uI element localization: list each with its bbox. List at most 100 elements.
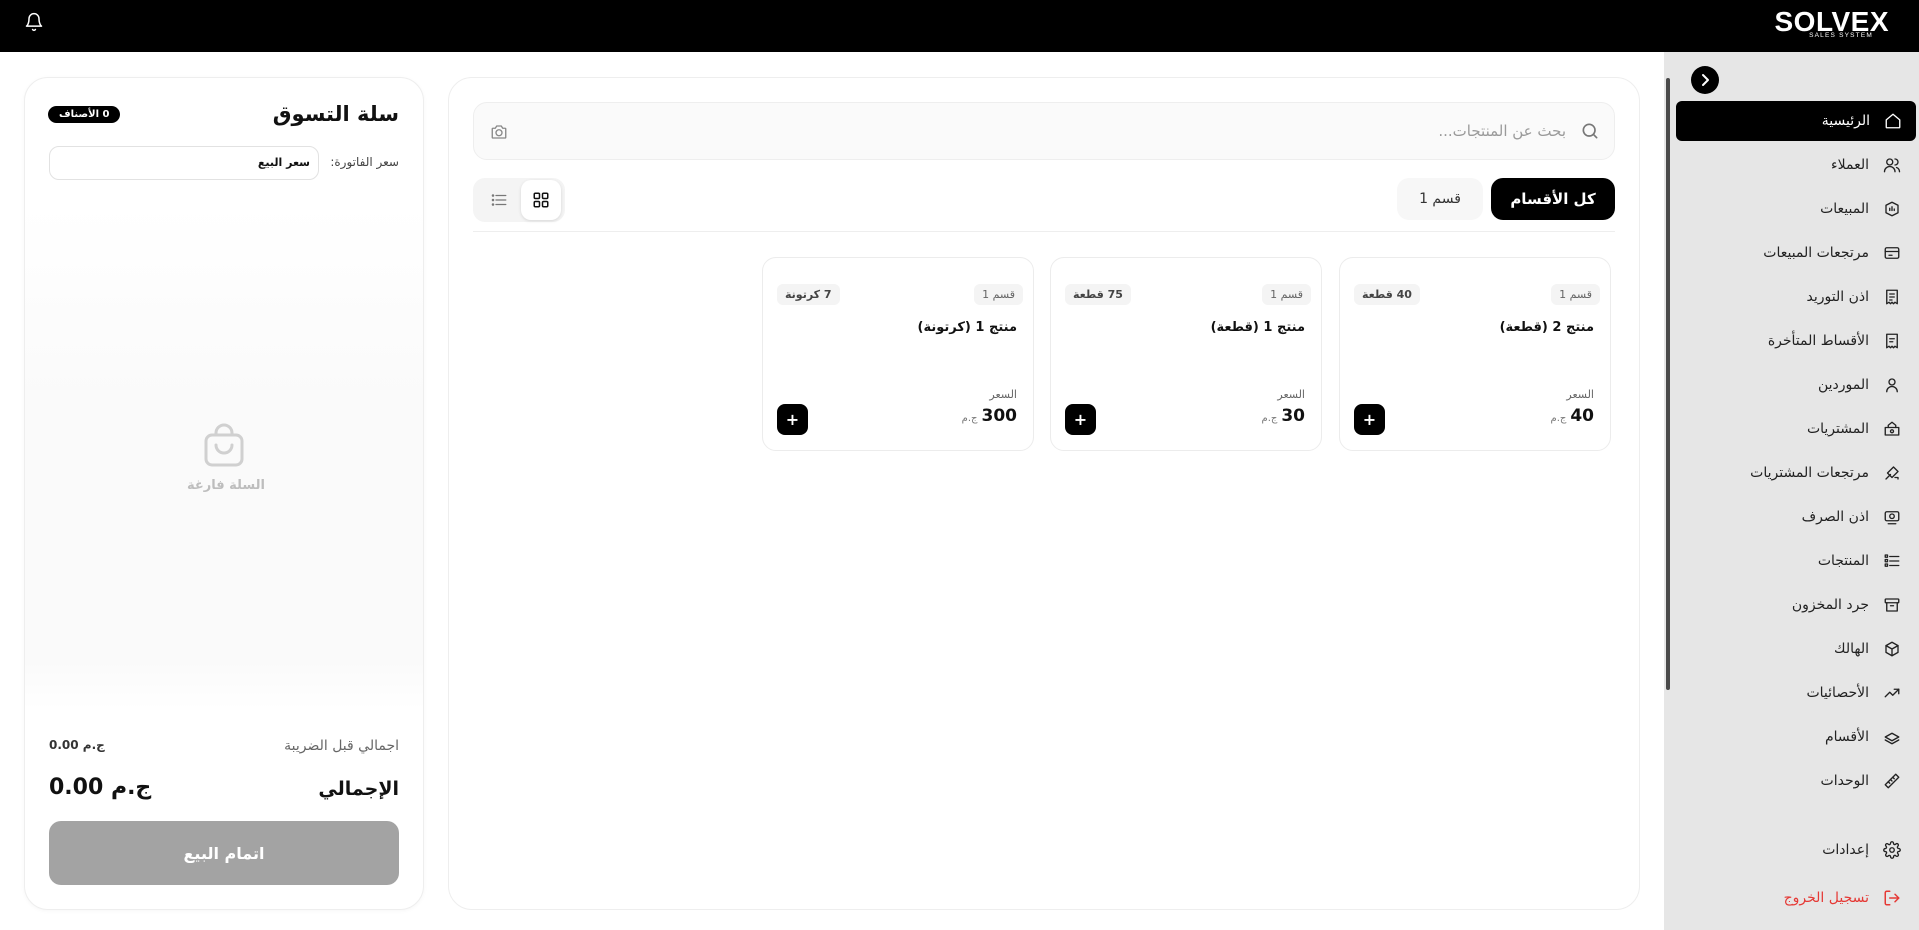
search-input[interactable]: بحث عن المنتجات... bbox=[1438, 122, 1566, 140]
sidebar-toggle-button[interactable] bbox=[1691, 66, 1719, 94]
price-label: السعر bbox=[1277, 388, 1305, 401]
users-icon bbox=[1881, 154, 1903, 176]
sidebar-item-purchase-return[interactable]: مرتجعات المشتريات bbox=[1675, 453, 1915, 493]
product-card[interactable]: قسم 1 75 قطعة منتج 1 (قطعة) السعر 30 ج.م + bbox=[1050, 257, 1322, 451]
price-value: 300 bbox=[981, 406, 1018, 426]
sidebar-item-receipt[interactable]: اذن التوريد bbox=[1675, 277, 1915, 317]
sidebar-item-label: الموردين bbox=[1817, 377, 1869, 393]
sidebar-item-label: المبيعات bbox=[1820, 201, 1869, 217]
product-price: 40 ج.م bbox=[1551, 406, 1595, 426]
sidebar-item-label: الهالك bbox=[1834, 641, 1869, 657]
sidebar-item-label: تسجيل الخروج bbox=[1783, 890, 1869, 906]
sidebar-item-users[interactable]: العملاء bbox=[1675, 145, 1915, 185]
scrollbar[interactable] bbox=[1666, 78, 1670, 690]
sidebar-item-label: المشتريات bbox=[1806, 421, 1869, 437]
product-category: قسم 1 bbox=[1551, 284, 1600, 305]
add-to-cart-button[interactable]: + bbox=[1354, 404, 1385, 435]
sidebar-item-label: إعدادات bbox=[1822, 842, 1869, 858]
sales-icon bbox=[1881, 198, 1903, 220]
price-value: 40 bbox=[1570, 406, 1594, 426]
archive-icon bbox=[1881, 594, 1903, 616]
sidebar-item-label: العملاء bbox=[1831, 157, 1869, 173]
sidebar-item-cash[interactable]: اذن الصرف bbox=[1675, 497, 1915, 537]
invoice-price-select[interactable]: سعر البيع bbox=[49, 146, 319, 180]
product-stock: 40 قطعة bbox=[1354, 284, 1420, 305]
chevron-right-icon bbox=[1702, 74, 1709, 86]
sidebar-item-label: الأحصائيات bbox=[1806, 685, 1869, 701]
logout-icon bbox=[1881, 887, 1903, 909]
add-to-cart-button[interactable]: + bbox=[777, 404, 808, 435]
bell-icon[interactable] bbox=[24, 12, 44, 32]
sidebar-item-label: المنتجات bbox=[1817, 553, 1869, 569]
product-stock: 75 قطعة bbox=[1065, 284, 1131, 305]
categories-icon bbox=[1881, 726, 1903, 748]
overdue-icon bbox=[1881, 330, 1903, 352]
total-value: 0.00 ج.م bbox=[49, 775, 152, 800]
user-icon bbox=[1881, 374, 1903, 396]
tab-category-1[interactable]: قسم 1 bbox=[1397, 178, 1483, 220]
sidebar-item-sales[interactable]: المبيعات bbox=[1675, 189, 1915, 229]
product-card[interactable]: قسم 1 7 كرتونة منتج 1 (كرتونة) السعر 300 ج.م + bbox=[762, 257, 1034, 451]
search-icon bbox=[1582, 123, 1598, 139]
product-category: قسم 1 bbox=[1262, 284, 1311, 305]
home-icon bbox=[1882, 110, 1904, 132]
price-value: 30 bbox=[1281, 406, 1305, 426]
sidebar-item-label: الرئيسية bbox=[1821, 113, 1870, 129]
sidebar-item-label: الوحدات bbox=[1820, 773, 1869, 789]
subtotal-label: اجمالي قبل الضريبة bbox=[284, 738, 399, 754]
sidebar-item-trend[interactable]: الأحصائيات bbox=[1675, 673, 1915, 713]
sidebar-item-label: اذن الصرف bbox=[1801, 509, 1869, 525]
gear-icon bbox=[1881, 839, 1903, 861]
product-price: 30 ج.م bbox=[1262, 406, 1306, 426]
trend-icon bbox=[1881, 682, 1903, 704]
price-label: السعر bbox=[989, 388, 1017, 401]
ruler-icon bbox=[1881, 770, 1903, 792]
sales-return-icon bbox=[1881, 242, 1903, 264]
sidebar-item-home[interactable]: الرئيسية bbox=[1676, 101, 1916, 141]
sidebar-item-categories[interactable]: الأقسام bbox=[1675, 717, 1915, 757]
sidebar-item-user[interactable]: الموردين bbox=[1675, 365, 1915, 405]
invoice-price-label: سعر الفاتورة: bbox=[330, 155, 399, 169]
purchase-return-icon bbox=[1881, 462, 1903, 484]
plus-icon: + bbox=[785, 410, 800, 429]
sidebar-item-logout[interactable]: تسجيل الخروج bbox=[1675, 878, 1915, 918]
cart-empty-text: السلة فارغة bbox=[187, 478, 265, 493]
sidebar-item-ruler[interactable]: الوحدات bbox=[1675, 761, 1915, 801]
grid-view-button[interactable] bbox=[521, 180, 561, 220]
purchases-icon bbox=[1881, 418, 1903, 440]
sidebar-item-archive[interactable]: جرد المخزون bbox=[1675, 585, 1915, 625]
sidebar-item-settings[interactable]: إعدادات bbox=[1675, 830, 1915, 870]
cash-icon bbox=[1881, 506, 1903, 528]
product-stock: 7 كرتونة bbox=[777, 284, 840, 305]
sidebar-item-overdue[interactable]: الأقساط المتأخرة bbox=[1675, 321, 1915, 361]
sidebar-item-list[interactable]: المنتجات bbox=[1675, 541, 1915, 581]
product-card[interactable]: قسم 1 40 قطعة منتج 2 (قطعة) السعر 40 ج.م + bbox=[1339, 257, 1611, 451]
sidebar-item-label: اذن التوريد bbox=[1806, 289, 1869, 305]
list-view-button[interactable] bbox=[481, 180, 517, 220]
receipt-icon bbox=[1881, 286, 1903, 308]
sidebar-item-label: الأقساط المتأخرة bbox=[1767, 333, 1869, 349]
sidebar-item-sales-return[interactable]: مرتجعات المبيعات bbox=[1675, 233, 1915, 273]
subtotal-value: 0.00 ج.م bbox=[49, 738, 105, 752]
sidebar-item-purchases[interactable]: المشتريات bbox=[1675, 409, 1915, 449]
search-bar[interactable]: بحث عن المنتجات... bbox=[473, 102, 1615, 160]
list-icon bbox=[491, 194, 507, 206]
price-currency: ج.م bbox=[1550, 413, 1567, 424]
list-icon bbox=[1881, 550, 1903, 572]
brand-logo[interactable]: SOLVEX SALES SYSTEM bbox=[1769, 4, 1889, 44]
price-currency: ج.م bbox=[961, 413, 978, 424]
shopping-bag-icon bbox=[204, 423, 244, 467]
product-category: قسم 1 bbox=[974, 284, 1023, 305]
tab-all-categories[interactable]: كل الأقسام bbox=[1491, 178, 1615, 220]
cart-title: سلة التسوق bbox=[272, 102, 399, 126]
plus-icon: + bbox=[1362, 410, 1377, 429]
product-name: منتج 2 (قطعة) bbox=[1499, 320, 1594, 335]
cart-count-badge: 0 الأصناف bbox=[48, 106, 121, 123]
box-icon bbox=[1881, 638, 1903, 660]
grid-icon bbox=[533, 192, 549, 208]
camera-icon[interactable] bbox=[490, 123, 508, 141]
checkout-button[interactable]: اتمام البيع bbox=[49, 821, 399, 885]
add-to-cart-button[interactable]: + bbox=[1065, 404, 1096, 435]
sidebar-item-box[interactable]: الهالك bbox=[1675, 629, 1915, 669]
top-bar: SOLVEX SALES SYSTEM bbox=[0, 0, 1919, 52]
